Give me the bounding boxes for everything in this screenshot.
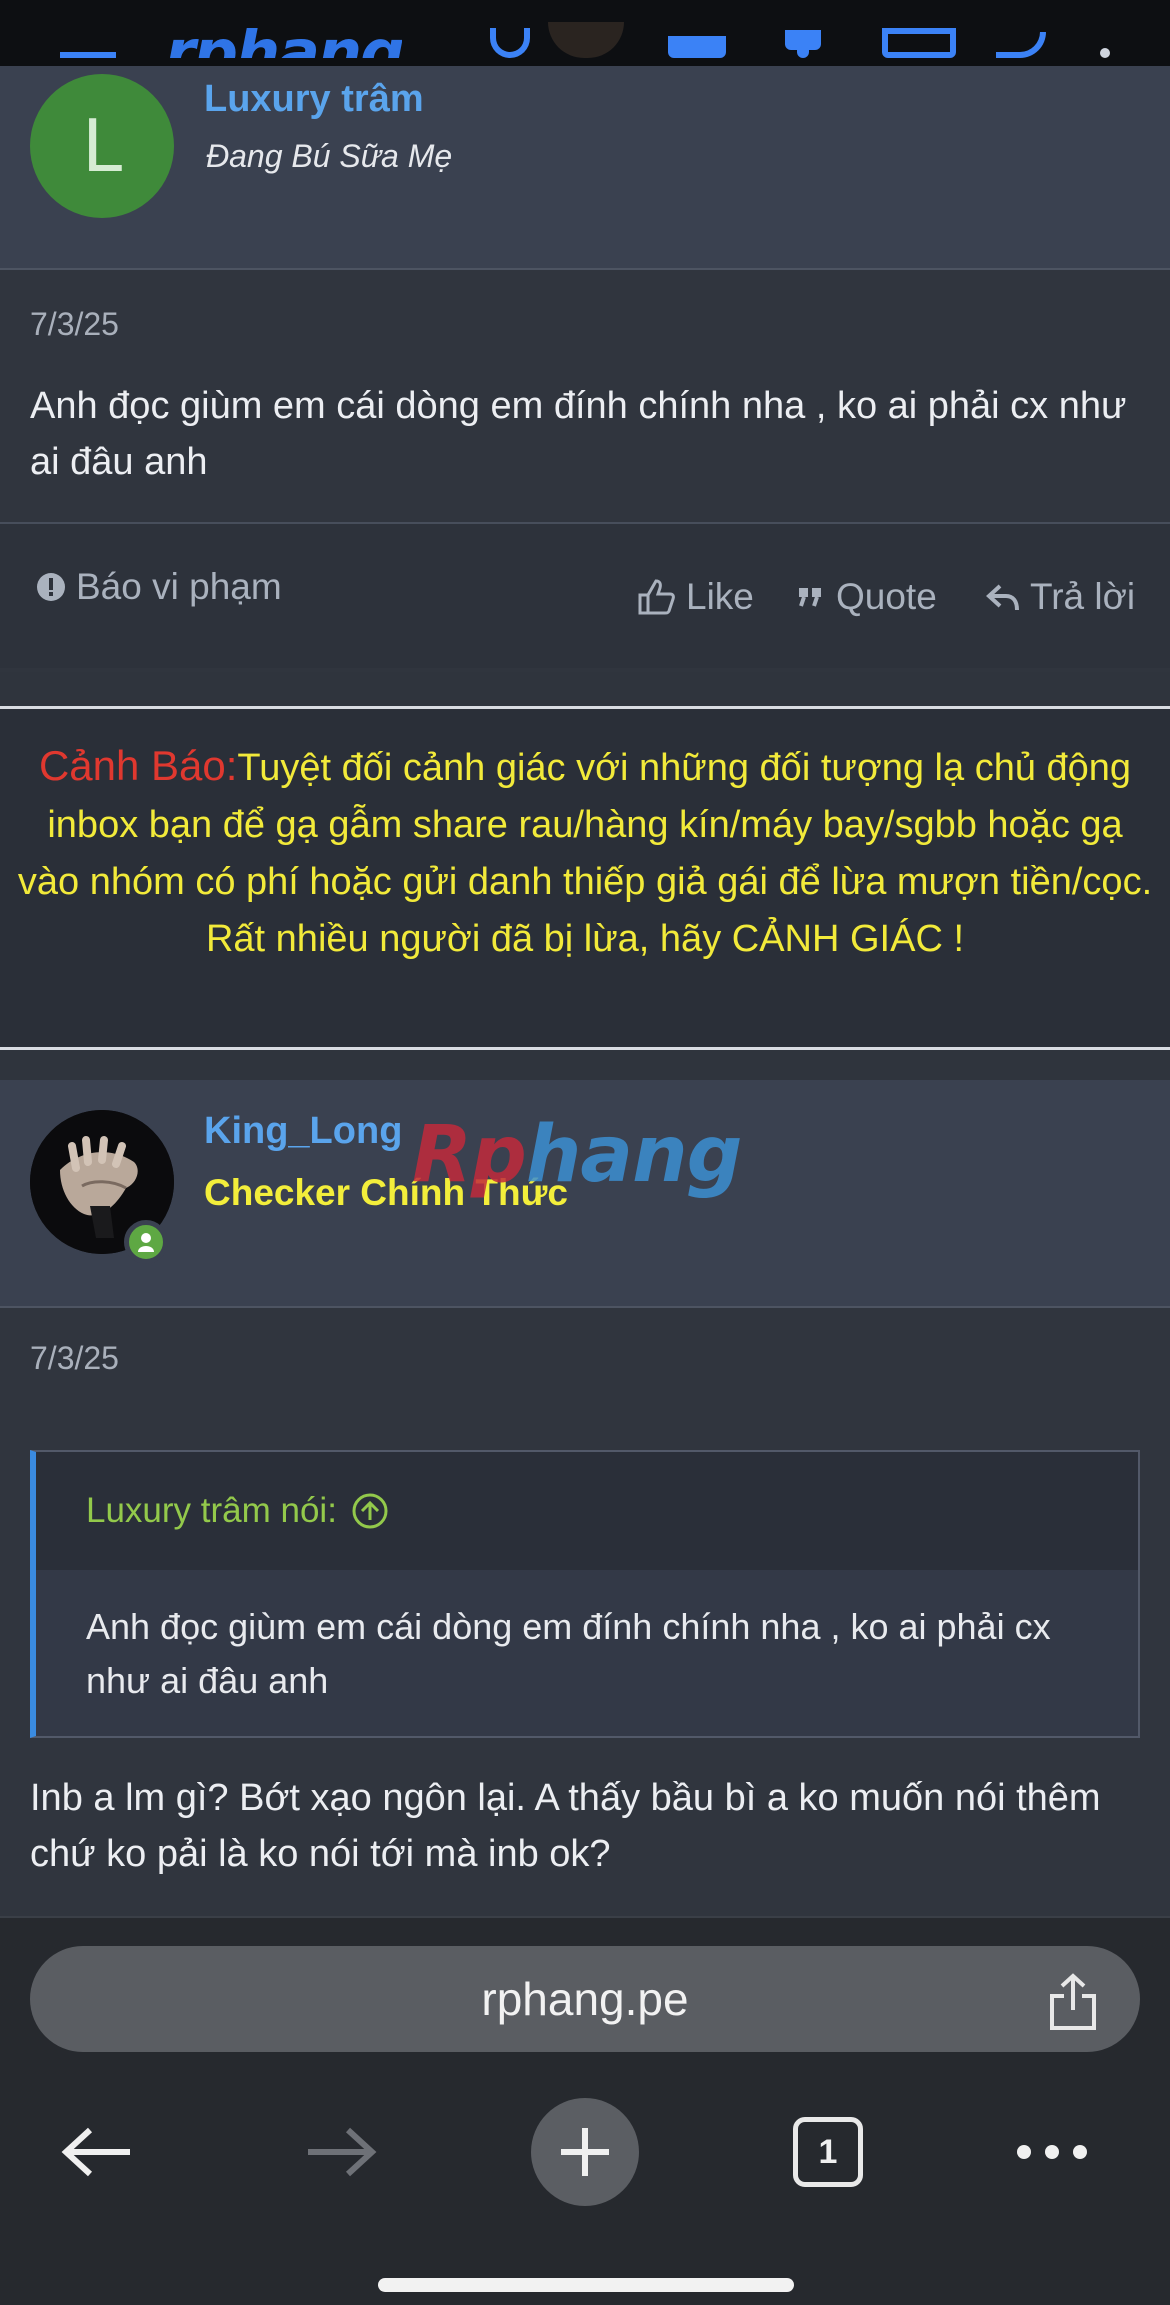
thumbs-up-icon: [638, 579, 675, 615]
post-body: Inb a lm gì? Bớt xạo ngôn lại. A thấy bầ…: [30, 1777, 1101, 1875]
post-date[interactable]: 7/3/25: [30, 1340, 119, 1377]
banner-part-b: hang: [525, 1110, 743, 1200]
reply-icon: [986, 584, 1019, 611]
report-button[interactable]: Báo vi phạm: [36, 566, 282, 608]
tabs-button[interactable]: 1: [793, 2117, 863, 2187]
quote-header[interactable]: Luxury trâm nói:: [36, 1452, 1138, 1570]
search-icon[interactable]: [996, 32, 1046, 58]
site-logo[interactable]: rphang: [165, 28, 402, 58]
post-actions: Báo vi phạm Like Quote Trả lời: [0, 522, 1170, 668]
quote-body: Anh đọc giùm em cái dòng em đính chính n…: [86, 1606, 1051, 1701]
user-icon: [138, 1233, 154, 1252]
avatar[interactable]: L: [30, 74, 174, 218]
user-title: Đang Bú Sữa Mẹ: [206, 138, 453, 174]
reply-button[interactable]: Trả lời: [986, 576, 1135, 618]
top-nav-bar: rphang: [0, 0, 1170, 66]
quote-block: Luxury trâm nói: Anh đọc giùm em cái dòn…: [30, 1450, 1140, 1738]
rphang-logo-badge: Rphang: [412, 1110, 743, 1200]
share-icon[interactable]: [1046, 1972, 1100, 2032]
quote-icon: [799, 588, 821, 607]
post-header: L Luxury trâm Đang Bú Sữa Mẹ: [0, 66, 1170, 270]
menu-icon[interactable]: [60, 48, 116, 58]
post-luxury-tram: L Luxury trâm Đang Bú Sữa Mẹ 7/3/25 Anh …: [0, 66, 1170, 672]
user-circle-icon[interactable]: [490, 28, 530, 58]
avatar-letter: L: [81, 104, 123, 188]
tab-count: 1: [818, 2132, 838, 2171]
scam-warning-banner: Cảnh Báo:Tuyệt đối cảnh giác với những đ…: [0, 706, 1170, 1050]
ellipsis-icon: [1017, 2145, 1087, 2159]
arrow-right-icon: [308, 2127, 377, 2177]
quote-button[interactable]: Quote: [796, 576, 937, 618]
like-button[interactable]: Like: [636, 576, 754, 618]
address-bar[interactable]: rphang.pe: [30, 1946, 1140, 2052]
username[interactable]: King_Long: [204, 1110, 402, 1153]
url-text: rphang.pe: [481, 1973, 689, 2025]
arrow-left-icon: [61, 2127, 130, 2177]
new-tab-button[interactable]: [531, 2098, 639, 2206]
online-status-icon: [124, 1220, 168, 1264]
forward-button[interactable]: [302, 2098, 382, 2206]
home-indicator[interactable]: [378, 2278, 794, 2292]
warning-text-2: Rất nhiều người đã bị lừa, hãy CẢNH GIÁC…: [205, 918, 964, 960]
more-menu-button[interactable]: [1012, 2098, 1092, 2206]
messages-icon[interactable]: [668, 36, 726, 58]
alert-icon: [37, 573, 65, 601]
report-label: Báo vi phạm: [76, 566, 282, 607]
like-label: Like: [686, 576, 754, 617]
bell-icon[interactable]: [775, 30, 831, 58]
account-avatar[interactable]: [548, 22, 624, 58]
warning-paragraph: Cảnh Báo:Tuyệt đối cảnh giác với những đ…: [0, 737, 1170, 911]
username[interactable]: Luxury trâm: [204, 78, 424, 121]
warning-label: Cảnh Báo:: [38, 742, 238, 789]
post-body: Anh đọc giùm em cái dòng em đính chính n…: [30, 385, 1127, 483]
quote-label: Quote: [836, 576, 937, 617]
inbox-icon[interactable]: [882, 28, 956, 58]
quote-author: Luxury trâm nói:: [86, 1491, 337, 1530]
more-icon[interactable]: [1100, 48, 1110, 58]
arrow-up-circle-icon[interactable]: [351, 1492, 389, 1530]
banner-part-a: Rp: [412, 1110, 527, 1200]
reply-label: Trả lời: [1030, 576, 1136, 617]
back-button[interactable]: [56, 2098, 136, 2206]
browser-toolbar: rphang.pe 1: [0, 1916, 1170, 2305]
plus-icon: [561, 2128, 609, 2176]
post-date[interactable]: 7/3/25: [30, 306, 119, 343]
